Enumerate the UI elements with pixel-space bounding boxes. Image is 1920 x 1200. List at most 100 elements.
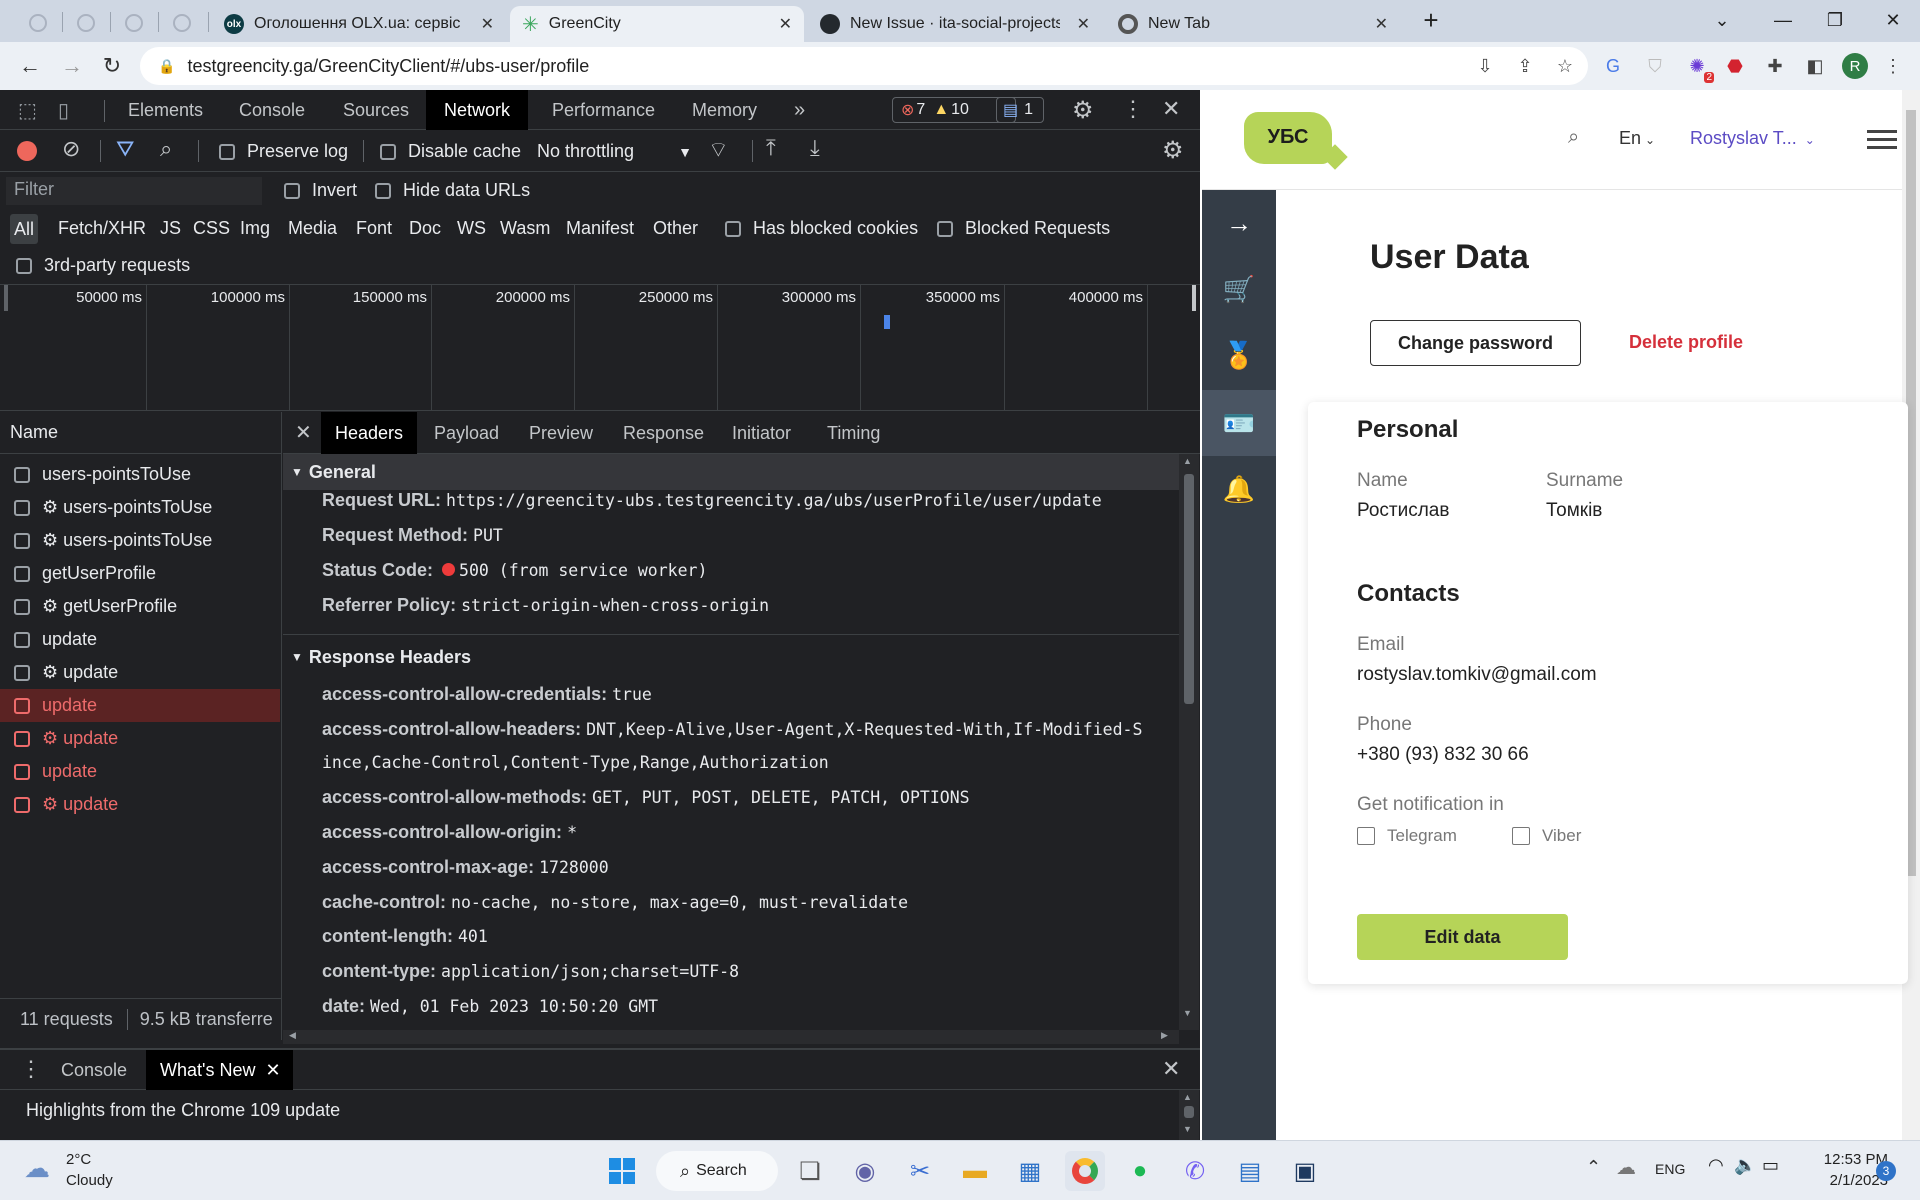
type-filter-wasm[interactable]: Wasm — [500, 210, 550, 247]
install-icon[interactable]: ⇩ — [1472, 53, 1498, 79]
scroll-down-icon[interactable]: ▼ — [1183, 1008, 1192, 1018]
device-toolbar-icon[interactable]: ▯ — [58, 98, 69, 123]
filter-input[interactable]: Filter — [6, 177, 262, 205]
third-party-checkbox[interactable]: 3rd-party requests — [16, 247, 190, 284]
menu-dots-icon[interactable]: ⋮ — [1880, 53, 1906, 79]
viber-checkbox[interactable]: Viber — [1512, 826, 1581, 846]
new-tab-button[interactable]: + — [1406, 0, 1456, 40]
task-view-icon[interactable]: ❏ — [790, 1151, 830, 1191]
spotify-icon[interactable]: ● — [1120, 1151, 1160, 1191]
drawer-tab-whats-new[interactable]: What's New ✕ — [146, 1050, 293, 1090]
snipping-tool-icon[interactable]: ✂ — [900, 1151, 940, 1191]
scroll-right-icon[interactable]: ▶ — [1161, 1030, 1168, 1041]
volume-icon[interactable]: 🔈 — [1734, 1155, 1756, 1176]
detail-tab-preview[interactable]: Preview — [529, 412, 593, 454]
delete-profile-link[interactable]: Delete profile — [1629, 332, 1743, 353]
tab-network[interactable]: Network — [426, 90, 529, 130]
side-panel-icon[interactable]: ◧ — [1802, 53, 1828, 79]
type-filter-img[interactable]: Img — [240, 210, 270, 247]
blocked-requests-checkbox[interactable]: Blocked Requests — [937, 210, 1110, 247]
settings-gear-icon[interactable]: ⚙ — [1072, 96, 1094, 125]
network-overview-timeline[interactable]: 50000 ms 100000 ms 150000 ms 200000 ms 2… — [0, 285, 1200, 411]
detail-tab-headers[interactable]: Headers — [321, 412, 418, 454]
shield-icon[interactable]: ⛉ — [1642, 53, 1668, 79]
scrollbar-thumb[interactable] — [1184, 1106, 1194, 1118]
general-section-toggle[interactable]: ▼ General — [291, 457, 376, 487]
scrollbar-thumb[interactable] — [1184, 474, 1194, 704]
type-filter-media[interactable]: Media — [288, 210, 337, 247]
request-row[interactable]: ⚙ getUserProfile — [0, 590, 280, 623]
type-filter-manifest[interactable]: Manifest — [566, 210, 634, 247]
pinned-tab[interactable] — [64, 8, 108, 38]
tab-search-icon[interactable]: ⌄ — [1697, 0, 1747, 40]
close-drawer-icon[interactable]: ✕ — [1162, 1056, 1180, 1082]
microsoft-store-icon[interactable]: ▦ — [1010, 1151, 1050, 1191]
tab-olx[interactable]: olx Оголошення OLX.ua: сервіс ого ✕ — [212, 6, 506, 42]
adblock-icon[interactable]: ⬣ — [1722, 53, 1748, 79]
has-blocked-cookies-checkbox[interactable]: Has blocked cookies — [725, 210, 918, 247]
share-icon[interactable]: ⇪ — [1512, 53, 1538, 79]
tab-greencity[interactable]: ✳ GreenCity ✕ — [510, 6, 804, 42]
timeline-handle[interactable] — [4, 285, 8, 311]
profile-avatar[interactable]: R — [1842, 53, 1868, 79]
viber-icon[interactable]: ✆ — [1175, 1151, 1215, 1191]
type-filter-ws[interactable]: WS — [457, 210, 486, 247]
bookmark-star-icon[interactable]: ☆ — [1552, 53, 1578, 79]
preserve-log-checkbox[interactable]: Preserve log — [219, 133, 348, 170]
input-language[interactable]: ENG — [1655, 1161, 1685, 1177]
puzzle-icon[interactable]: ✚ — [1762, 53, 1788, 79]
timeline-handle[interactable] — [1192, 285, 1196, 311]
cloud-weather-icon[interactable]: ☁ — [24, 1153, 50, 1184]
tab-sources[interactable]: Sources — [343, 90, 409, 130]
tab-performance[interactable]: Performance — [552, 90, 655, 130]
show-hidden-icons[interactable]: ⌃ — [1586, 1157, 1601, 1178]
notification-badge[interactable]: 3 — [1876, 1161, 1896, 1181]
clear-icon[interactable]: ⊘ — [62, 136, 80, 162]
close-detail-icon[interactable]: ✕ — [295, 420, 312, 445]
disable-cache-checkbox[interactable]: Disable cache — [380, 133, 521, 170]
drawer-tab-console[interactable]: Console — [61, 1050, 127, 1090]
inspect-icon[interactable]: ⬚ — [18, 98, 37, 123]
user-menu[interactable]: Rostyslav T... ⌄ — [1690, 128, 1815, 149]
pinned-tab[interactable] — [112, 8, 156, 38]
type-filter-js[interactable]: JS — [160, 210, 181, 247]
edit-data-button[interactable]: Edit data — [1357, 914, 1568, 960]
search-icon[interactable]: ⌕ — [160, 136, 172, 162]
extension-icon[interactable]: ✺ 2 — [1684, 53, 1714, 83]
file-explorer-icon[interactable]: ▬ — [955, 1151, 995, 1191]
reload-icon[interactable]: ↻ — [96, 50, 128, 82]
request-row[interactable]: ⚙ users-pointsToUse — [0, 491, 280, 524]
filter-icon[interactable]: ⛛ — [116, 136, 134, 162]
pinned-tab[interactable] — [160, 8, 204, 38]
type-filter-all[interactable]: All — [10, 214, 39, 244]
detail-tab-payload[interactable]: Payload — [434, 412, 499, 454]
hamburger-menu-icon[interactable] — [1867, 130, 1897, 150]
teams-chat-icon[interactable]: ◉ — [845, 1151, 885, 1191]
ubs-logo[interactable]: УБС — [1244, 112, 1348, 170]
weather-temperature[interactable]: 2°C — [66, 1151, 91, 1168]
type-filter-fetch-xhr[interactable]: Fetch/XHR — [58, 210, 146, 247]
request-row[interactable]: users-pointsToUse — [0, 458, 280, 491]
network-settings-gear-icon[interactable]: ⚙ — [1162, 136, 1184, 165]
sidebar-expand-arrow-icon[interactable]: → — [1202, 190, 1276, 256]
import-har-icon[interactable]: ⤒ — [766, 135, 776, 161]
app-icon[interactable]: ▣ — [1285, 1151, 1325, 1191]
request-row[interactable]: update — [0, 755, 280, 788]
headers-vertical-scrollbar[interactable]: ▲ ▼ — [1179, 454, 1199, 1030]
close-icon[interactable]: ✕ — [779, 14, 792, 34]
messages-counter[interactable]: ▤ 1 — [996, 97, 1044, 123]
type-filter-css[interactable]: CSS — [193, 210, 230, 247]
pinned-tab[interactable] — [16, 8, 60, 38]
drawer-scrollbar[interactable]: ▲ ▼ — [1179, 1090, 1199, 1140]
detail-tab-initiator[interactable]: Initiator — [732, 412, 791, 454]
scroll-up-icon[interactable]: ▲ — [1183, 456, 1192, 466]
sidebar-profile-id-card-icon[interactable]: 🪪 — [1202, 390, 1276, 456]
restore-icon[interactable]: ❐ — [1810, 0, 1860, 40]
type-filter-other[interactable]: Other — [653, 210, 698, 247]
onedrive-cloud-icon[interactable]: ☁ — [1616, 1155, 1636, 1180]
type-filter-font[interactable]: Font — [356, 210, 392, 247]
tab-elements[interactable]: Elements — [128, 90, 203, 130]
scroll-left-icon[interactable]: ◀ — [289, 1030, 296, 1041]
taskbar-search-box[interactable]: ⌕ Search — [656, 1151, 778, 1191]
throttling-select[interactable]: No throttling ▼ — [537, 133, 692, 170]
